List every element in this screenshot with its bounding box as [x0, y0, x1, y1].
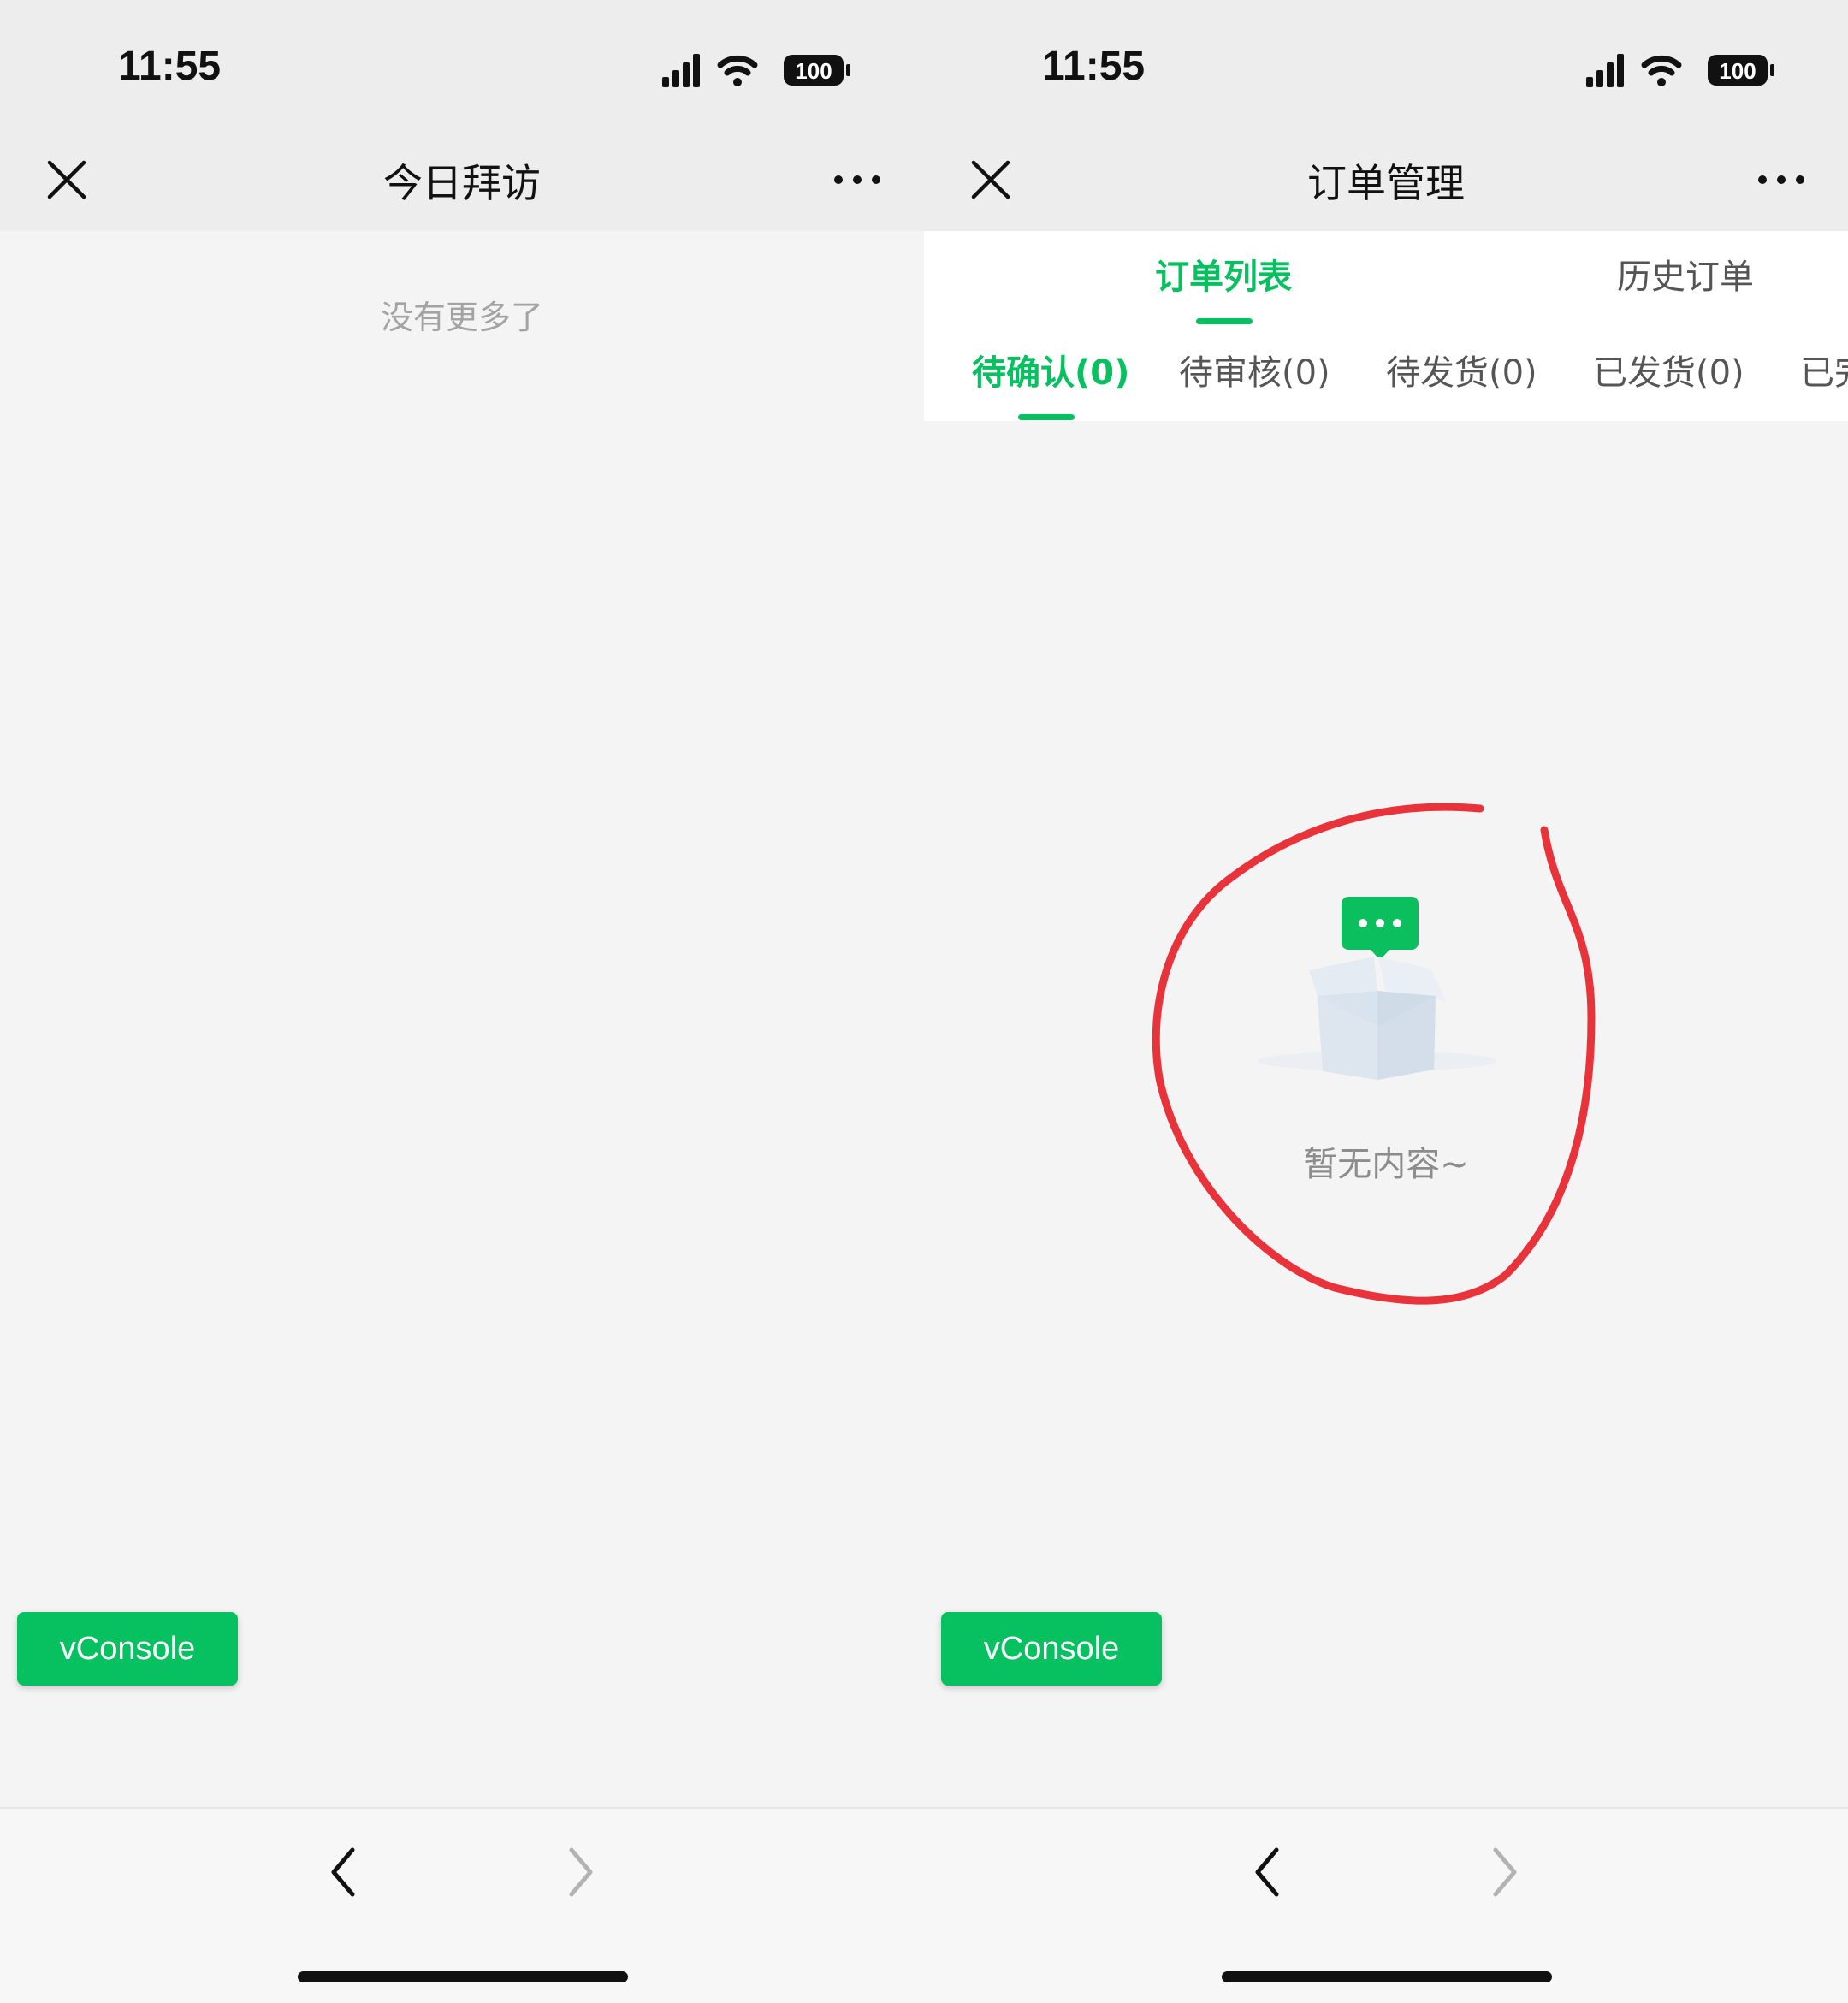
more-icon[interactable]: [1756, 169, 1807, 190]
wifi-icon: [717, 55, 758, 86]
signal-icon: [662, 54, 700, 87]
chevron-right-icon[interactable]: [1485, 1843, 1523, 1901]
tab-order-list[interactable]: 订单列表: [1095, 253, 1352, 301]
svg-text:100: 100: [795, 58, 832, 84]
tab-history-orders[interactable]: 历史订单: [1557, 253, 1814, 301]
status-time: 11:55: [1042, 44, 1146, 89]
active-subtab-indicator: [1018, 414, 1075, 420]
subtab-pending-confirmation[interactable]: 待确认(0): [972, 349, 1129, 397]
page-title: 订单管理: [1307, 160, 1465, 206]
status-bar: 11:55 100: [0, 0, 924, 139]
page-title: 今日拜访: [383, 160, 541, 206]
chevron-right-icon[interactable]: [561, 1843, 599, 1901]
screen-today-visits: 11:55 100 今日拜访 没有更多了 vConsole: [0, 0, 924, 2003]
screen-order-management: 11:55 100 订单管理 订单列表 历史订单 待确认(0) 待审核(0) 待…: [924, 0, 1848, 2003]
active-tab-indicator: [1196, 318, 1253, 324]
nav-bar: 订单管理: [924, 139, 1848, 231]
status-time: 11:55: [118, 44, 222, 89]
vconsole-button[interactable]: vConsole: [941, 1612, 1162, 1686]
signal-icon: [1586, 54, 1624, 87]
battery-icon: 100: [784, 55, 850, 86]
browser-toolbar: [924, 1807, 1848, 2003]
vconsole-button[interactable]: vConsole: [17, 1612, 238, 1686]
subtab-completed[interactable]: 已完: [1800, 349, 1848, 397]
order-tabs: 订单列表 历史订单 待确认(0) 待审核(0) 待发货(0) 已发货(0) 已完: [924, 231, 1848, 421]
wifi-icon: [1641, 55, 1682, 86]
subtab-shipped[interactable]: 已发货(0): [1593, 349, 1744, 397]
subtab-pending-shipment[interactable]: 待发货(0): [1386, 349, 1537, 397]
empty-state-text: 暂无内容~: [1303, 1145, 1469, 1184]
chevron-left-icon[interactable]: [325, 1843, 363, 1901]
list-end-text: 没有更多了: [380, 299, 543, 336]
home-indicator: [1222, 1971, 1552, 1982]
status-icons: 100: [662, 54, 850, 87]
chat-bubble-icon: [1342, 897, 1419, 960]
nav-bar: 今日拜访: [0, 139, 924, 231]
chevron-left-icon[interactable]: [1249, 1843, 1287, 1901]
status-icons: 100: [1586, 54, 1774, 87]
more-icon[interactable]: [832, 169, 883, 190]
status-bar: 11:55 100: [924, 0, 1848, 139]
browser-toolbar: [0, 1807, 924, 2003]
empty-box-icon: [1258, 897, 1497, 1080]
svg-text:100: 100: [1719, 58, 1756, 84]
subtab-pending-review[interactable]: 待审核(0): [1179, 349, 1330, 397]
home-indicator: [298, 1971, 628, 1982]
battery-icon: 100: [1708, 55, 1774, 86]
